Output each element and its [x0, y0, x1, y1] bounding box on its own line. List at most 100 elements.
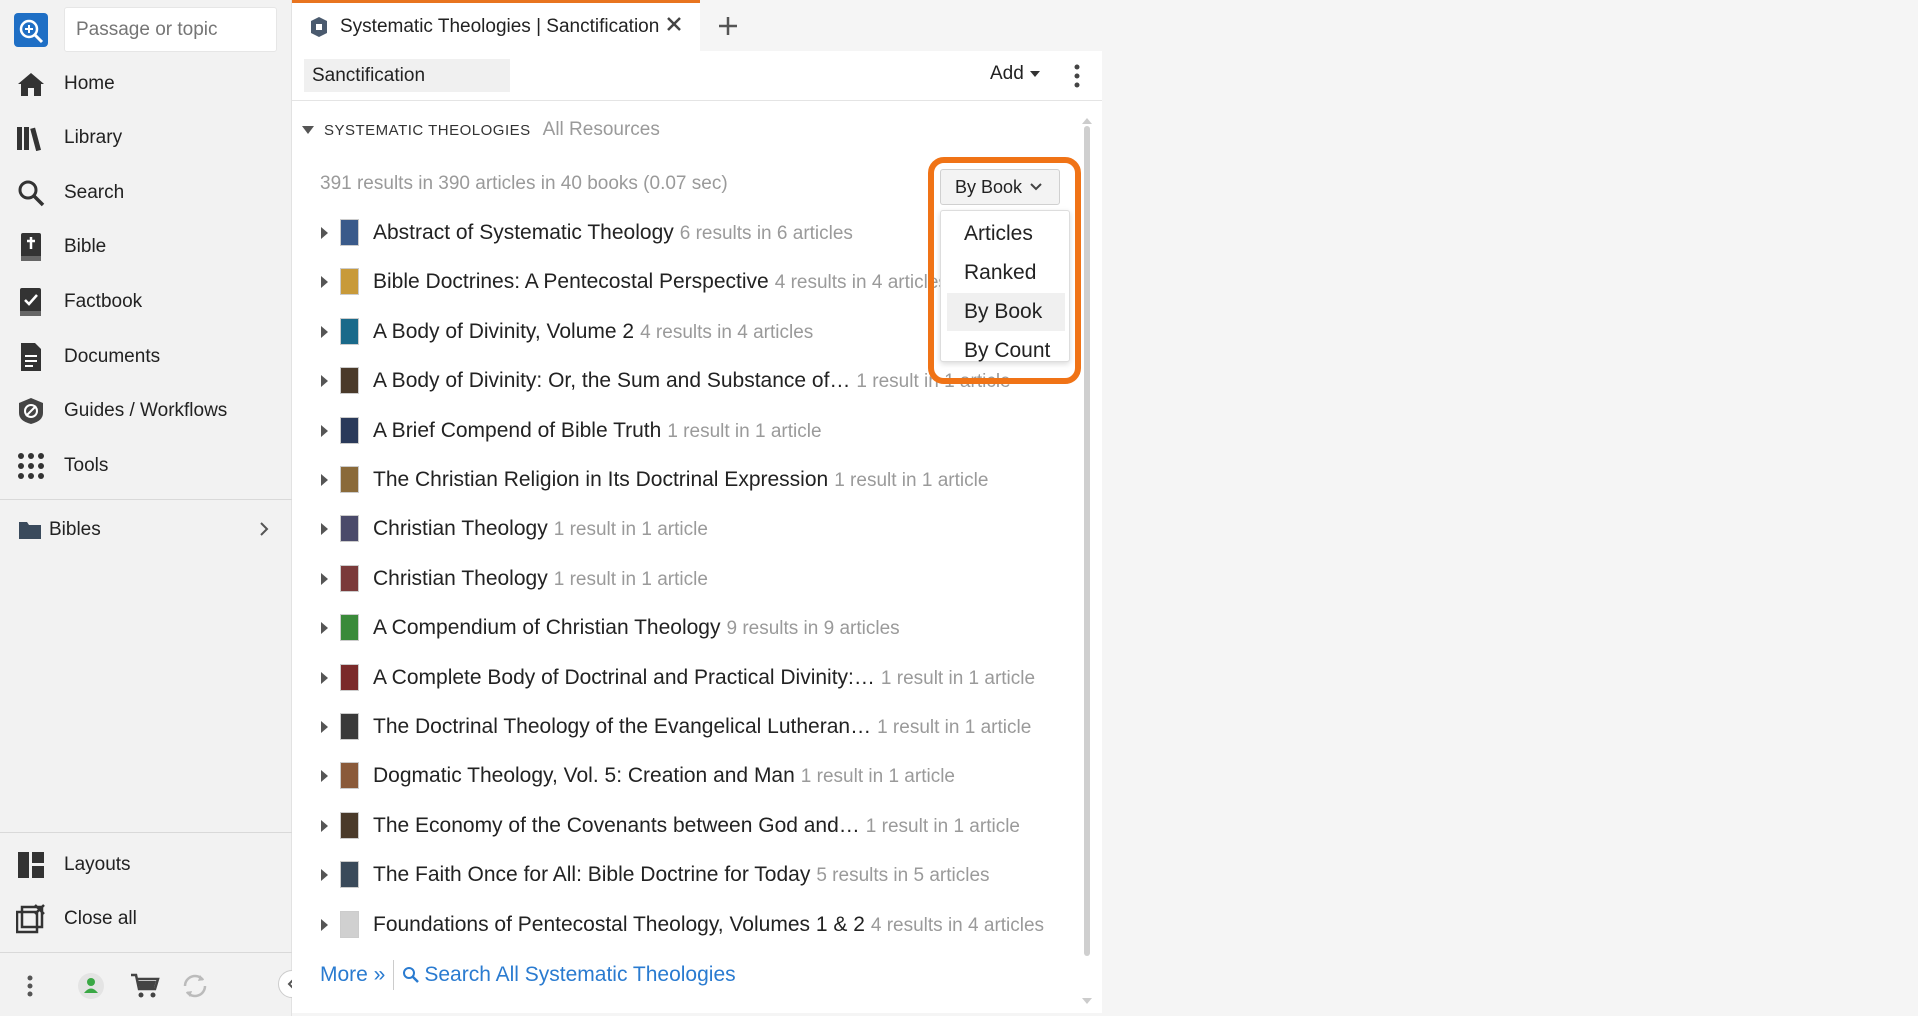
expand-triangle-icon[interactable]	[321, 622, 328, 635]
expand-triangle-icon[interactable]	[321, 375, 328, 388]
book-title-link[interactable]: Bible Doctrines: A Pentecostal Perspecti…	[373, 270, 769, 293]
sort-option-articles[interactable]: Articles	[947, 215, 1065, 253]
result-text: Dogmatic Theology, Vol. 5: Creation and …	[373, 764, 955, 788]
book-title-link[interactable]: A Body of Divinity, Volume 2	[373, 320, 634, 343]
book-title-link[interactable]: Foundations of Pentecostal Theology, Vol…	[373, 913, 865, 936]
group-title: SYSTEMATIC THEOLOGIES	[324, 121, 531, 139]
result-row[interactable]: A Complete Body of Doctrinal and Practic…	[292, 658, 1052, 698]
book-title-link[interactable]: The Doctrinal Theology of the Evangelica…	[373, 715, 871, 738]
caret-expanded-icon	[302, 126, 314, 134]
result-text: The Christian Religion in Its Doctrinal …	[373, 468, 988, 492]
book-title-link[interactable]: Christian Theology	[373, 517, 548, 540]
book-title-link[interactable]: Christian Theology	[373, 567, 548, 590]
expand-triangle-icon[interactable]	[321, 572, 328, 585]
logos-logo-icon[interactable]	[14, 13, 48, 47]
sidebar-divider	[0, 832, 292, 833]
expand-triangle-icon[interactable]	[321, 276, 328, 289]
result-count: 5 results in 5 articles	[816, 865, 990, 887]
expand-triangle-icon[interactable]	[321, 424, 328, 437]
result-row[interactable]: Christian Theology 1 result in 1 article	[292, 509, 1052, 549]
book-title-link[interactable]: The Christian Religion in Its Doctrinal …	[373, 468, 828, 491]
panel-toolbar: Add	[292, 51, 1102, 101]
tab-systematic-theologies[interactable]: Systematic Theologies | Sanctification	[292, 0, 700, 51]
result-row[interactable]: Dogmatic Theology, Vol. 5: Creation and …	[292, 756, 1052, 796]
passage-search-input[interactable]	[64, 7, 277, 52]
caret-down-icon	[1029, 71, 1040, 77]
sidebar-item-guides[interactable]: Guides / Workflows	[0, 386, 292, 436]
expand-triangle-icon[interactable]	[321, 325, 328, 338]
result-count: 4 results in 4 articles	[774, 272, 948, 294]
new-tab-button[interactable]	[713, 11, 743, 41]
panel-menu-button[interactable]	[1067, 61, 1087, 91]
result-group-header[interactable]: SYSTEMATIC THEOLOGIES All Resources	[302, 119, 660, 141]
expand-triangle-icon[interactable]	[321, 819, 328, 832]
book-title-link[interactable]: Abstract of Systematic Theology	[373, 221, 674, 244]
scrollbar[interactable]	[1084, 126, 1090, 956]
expand-triangle-icon[interactable]	[321, 671, 328, 684]
sidebar-item-library[interactable]: Library	[0, 113, 292, 163]
expand-triangle-icon[interactable]	[321, 721, 328, 733]
expand-triangle-icon[interactable]	[321, 918, 328, 931]
expand-triangle-icon[interactable]	[321, 770, 328, 783]
book-cover-icon	[340, 515, 359, 543]
result-count: 4 results in 4 articles	[640, 321, 814, 343]
sidebar-item-documents[interactable]: Documents	[0, 332, 292, 382]
sidebar-item-label: Tools	[64, 455, 109, 476]
book-title-link[interactable]: A Complete Body of Doctrinal and Practic…	[373, 666, 875, 689]
result-row[interactable]: Foundations of Pentecostal Theology, Vol…	[292, 905, 1052, 945]
sort-option-by-book[interactable]: By Book	[947, 293, 1065, 331]
expand-triangle-icon[interactable]	[321, 523, 328, 536]
user-account-icon[interactable]	[74, 969, 108, 1003]
result-row[interactable]: Christian Theology 1 result in 1 article	[292, 559, 1052, 599]
sidebar-item-label: Library	[64, 127, 123, 148]
search-all-link[interactable]: Search All Systematic Theologies	[402, 963, 736, 987]
result-text: A Body of Divinity, Volume 2 4 results in…	[373, 320, 813, 344]
book-title-link[interactable]: A Body of Divinity: Or, the Sum and Subs…	[373, 369, 850, 392]
divider	[393, 960, 395, 990]
sidebar-item-bible[interactable]: Bible	[0, 222, 292, 272]
sort-option-by-count[interactable]: By Count	[947, 332, 1065, 370]
result-row[interactable]: A Body of Divinity, Volume 2 4 results in…	[292, 312, 1052, 352]
result-row[interactable]: Bible Doctrines: A Pentecostal Perspecti…	[292, 262, 1052, 302]
result-row[interactable]: Abstract of Systematic Theology 6 results…	[292, 213, 1052, 253]
more-options-icon[interactable]	[20, 969, 40, 1003]
sort-dropdown-button[interactable]: By Book	[940, 169, 1060, 205]
result-row[interactable]: The Doctrinal Theology of the Evangelica…	[292, 707, 1052, 747]
sidebar-item-close-all[interactable]: Close all	[0, 894, 292, 944]
result-row[interactable]: The Christian Religion in Its Doctrinal …	[292, 460, 1052, 500]
close-icon[interactable]	[665, 15, 683, 38]
sidebar-item-bibles-folder[interactable]: Bibles	[0, 508, 292, 552]
cart-icon[interactable]	[128, 969, 162, 1003]
expand-triangle-icon[interactable]	[321, 227, 328, 239]
more-link[interactable]: More »	[320, 963, 385, 987]
result-row[interactable]: The Faith Once for All: Bible Doctrine f…	[292, 855, 1052, 895]
documents-icon	[16, 342, 46, 372]
sidebar-item-tools[interactable]: Tools	[0, 441, 292, 491]
sidebar-item-label: Guides / Workflows	[64, 400, 228, 421]
result-row[interactable]: The Economy of the Covenants between God…	[292, 806, 1052, 846]
sort-option-ranked[interactable]: Ranked	[947, 254, 1065, 292]
sidebar-item-home[interactable]: Home	[0, 59, 292, 109]
book-title-link[interactable]: Dogmatic Theology, Vol. 5: Creation and …	[373, 764, 795, 787]
scroll-down-arrow-icon[interactable]	[1082, 993, 1092, 1011]
book-cover-icon	[340, 663, 359, 691]
book-title-link[interactable]: The Economy of the Covenants between God…	[373, 814, 860, 837]
book-title-link[interactable]: The Faith Once for All: Bible Doctrine f…	[373, 863, 810, 886]
book-title-link[interactable]: A Compendium of Christian Theology	[373, 616, 720, 639]
expand-triangle-icon[interactable]	[321, 869, 328, 882]
result-row[interactable]: A Brief Compend of Bible Truth 1 result i…	[292, 411, 1052, 451]
result-count: 1 result in 1 article	[800, 766, 955, 788]
add-button[interactable]: Add	[990, 63, 1040, 85]
sync-icon[interactable]	[178, 969, 212, 1003]
expand-triangle-icon[interactable]	[321, 474, 328, 486]
sidebar-item-layouts[interactable]: Layouts	[0, 840, 292, 890]
group-subtitle[interactable]: All Resources	[543, 119, 660, 141]
search-query-input[interactable]	[304, 59, 510, 92]
sidebar-item-factbook[interactable]: Factbook	[0, 277, 292, 327]
result-row[interactable]: A Compendium of Christian Theology 9 resu…	[292, 608, 1052, 648]
result-row[interactable]: A Body of Divinity: Or, the Sum and Subs…	[292, 361, 1052, 401]
sidebar-item-search[interactable]: Search	[0, 168, 292, 218]
book-title-link[interactable]: A Brief Compend of Bible Truth	[373, 419, 661, 442]
folder-icon	[18, 520, 42, 545]
result-text: The Doctrinal Theology of the Evangelica…	[373, 715, 1031, 739]
